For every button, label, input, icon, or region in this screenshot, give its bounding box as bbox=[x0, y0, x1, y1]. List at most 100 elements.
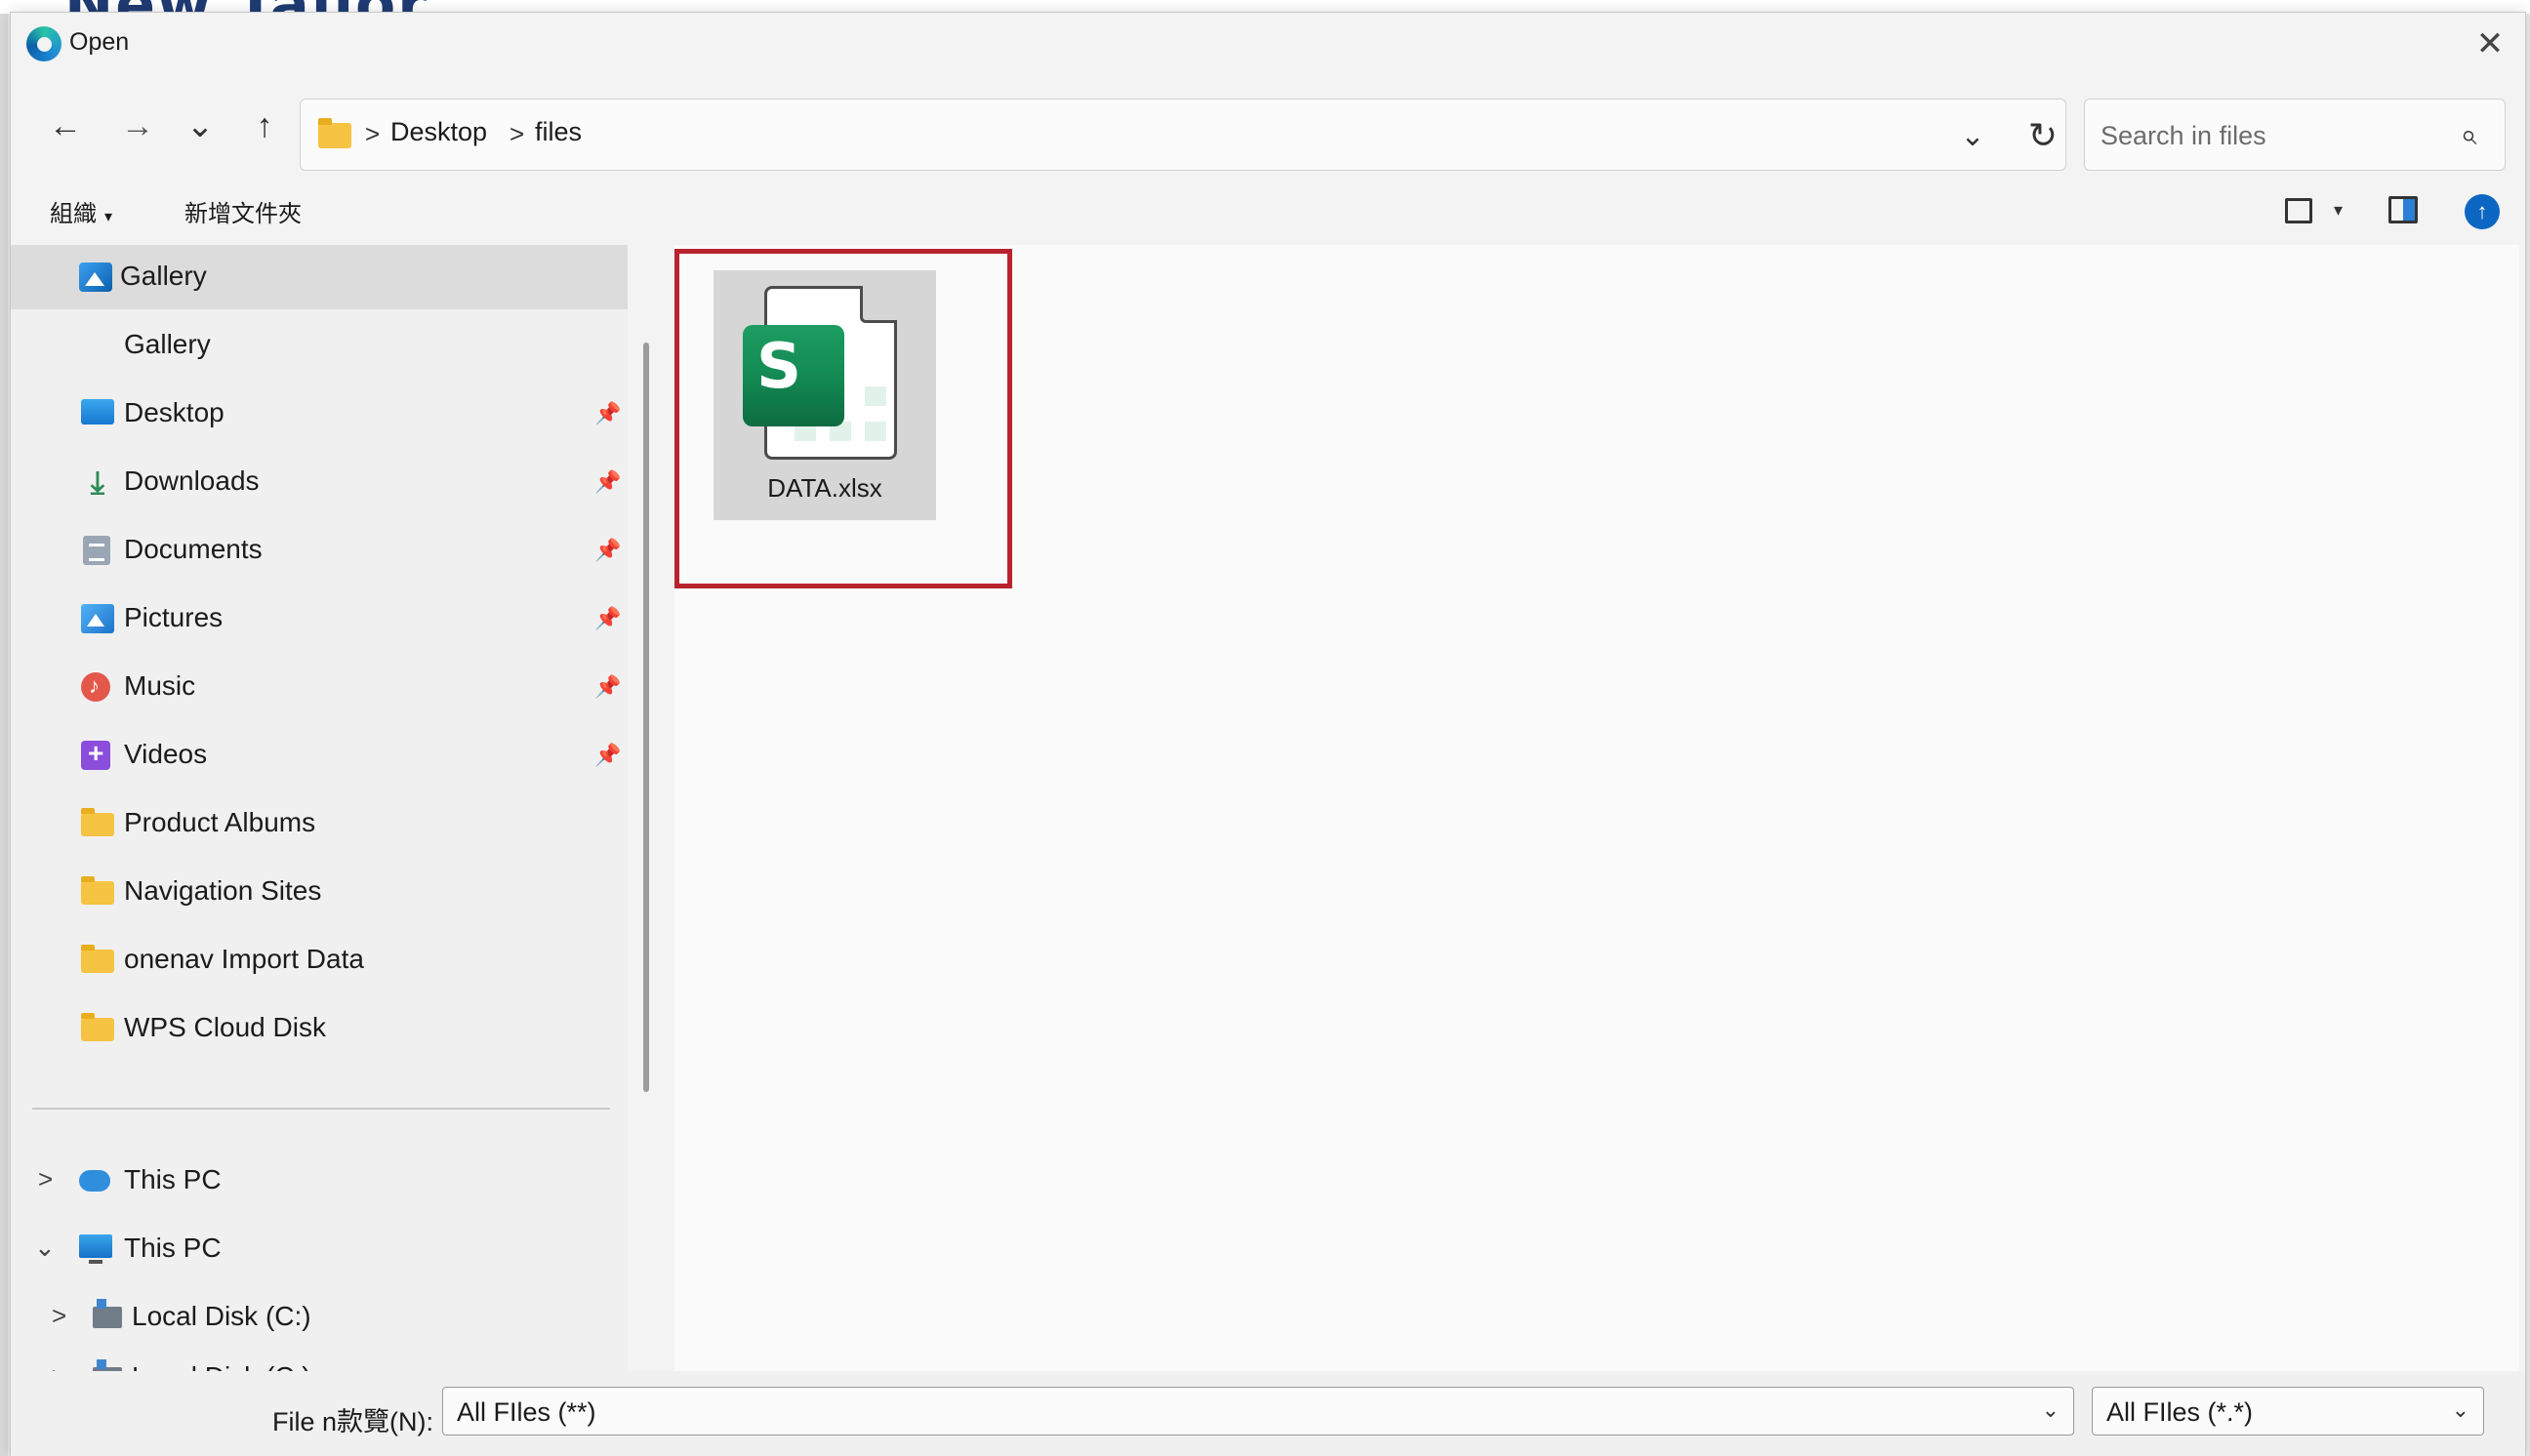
view-options-dropdown[interactable]: ▾ bbox=[2334, 200, 2343, 221]
chevron-right-icon[interactable]: > bbox=[38, 1164, 53, 1194]
tree-item-local-disk-c[interactable]: > Local Disk (C:) bbox=[11, 1285, 628, 1350]
file-type-value: All FIles (*.*) bbox=[2106, 1397, 2254, 1427]
tree-item-label: Local Disk (C:) bbox=[132, 1361, 311, 1371]
back-button[interactable]: ← bbox=[40, 101, 91, 151]
file-item-data-xlsx[interactable]: S DATA.xlsx bbox=[714, 270, 936, 520]
tree-item-label: This PC bbox=[124, 1164, 222, 1194]
sidebar-scrollbar[interactable] bbox=[643, 343, 649, 1092]
close-button[interactable]: ✕ bbox=[2463, 20, 2517, 67]
breadcrumb-desktop[interactable]: Desktop bbox=[390, 117, 487, 147]
sheet-cell bbox=[865, 386, 886, 406]
sidebar-item-product-albums[interactable]: Product Albums bbox=[11, 791, 628, 856]
sidebar-item-desktop[interactable]: Desktop 📌 bbox=[11, 382, 628, 446]
sidebar-item-label: Pictures bbox=[124, 602, 224, 632]
filename-label: File n款覽(N): bbox=[272, 1407, 434, 1436]
folder-icon bbox=[81, 876, 114, 905]
command-bar: 組織 ▾ 新增文件夾 ▾ ↑ bbox=[11, 182, 2525, 245]
cloud-icon bbox=[79, 1170, 110, 1192]
sidebar-item-pictures[interactable]: Pictures 📌 bbox=[11, 586, 628, 651]
chevron-right-icon[interactable]: > bbox=[52, 1361, 66, 1371]
badge-letter: S bbox=[756, 331, 802, 403]
sheet-cell bbox=[865, 422, 886, 441]
tree-item-local-disk-c-2[interactable]: > Local Disk (C:) bbox=[11, 1346, 628, 1371]
tree-item-this-pc[interactable]: ⌄ This PC bbox=[11, 1217, 628, 1281]
sidebar-item-onenav-import-data[interactable]: onenav Import Data bbox=[11, 928, 628, 992]
sidebar-item-label: WPS Cloud Disk bbox=[124, 1012, 326, 1042]
folder-icon bbox=[81, 945, 114, 973]
sidebar-item-label: Navigation Sites bbox=[124, 875, 322, 906]
up-button[interactable]: ↑ bbox=[239, 101, 290, 151]
sidebar-item-label: Videos bbox=[124, 739, 208, 769]
breadcrumb-files[interactable]: files bbox=[535, 117, 582, 147]
sidebar-divider bbox=[32, 1108, 610, 1110]
computer-icon bbox=[79, 1234, 112, 1264]
chevron-down-icon[interactable]: ⌄ bbox=[2452, 1397, 2469, 1423]
sidebar-item-music[interactable]: Music 📌 bbox=[11, 655, 628, 719]
breadcrumb-separator: > bbox=[365, 119, 381, 148]
sidebar-item-gallery-root[interactable]: Gallery bbox=[11, 245, 628, 309]
tree-item-this-pc-cloud[interactable]: > This PC bbox=[11, 1149, 628, 1213]
pin-icon[interactable]: 📌 bbox=[594, 743, 621, 768]
pictures-icon bbox=[81, 604, 114, 633]
background-app-edge bbox=[0, 14, 8, 1456]
sidebar-item-label: Gallery bbox=[120, 261, 207, 291]
dialog-titlebar: Open ✕ bbox=[11, 13, 2525, 75]
chevron-down-icon[interactable]: ⌄ bbox=[34, 1233, 56, 1263]
desktop-icon bbox=[81, 399, 114, 425]
disk-icon bbox=[93, 1299, 122, 1328]
file-list-area: S DATA.xlsx bbox=[674, 245, 2519, 1371]
videos-icon bbox=[81, 738, 110, 770]
tree-item-label: Local Disk (C:) bbox=[132, 1301, 311, 1331]
sidebar-item-downloads[interactable]: ⤓ Downloads 📌 bbox=[11, 450, 628, 514]
open-file-dialog: Open ✕ ← → ⌄ ↑ > Desktop > files ⌄ ↻ ⌕ 組… bbox=[10, 12, 2526, 1456]
music-icon bbox=[81, 672, 110, 702]
chevron-down-icon[interactable]: ⌄ bbox=[2042, 1397, 2060, 1423]
dialog-title: Open bbox=[69, 28, 130, 56]
sidebar-item-label: Product Albums bbox=[124, 807, 316, 837]
gallery-icon bbox=[79, 263, 112, 292]
organize-button[interactable]: 組織 ▾ bbox=[50, 194, 112, 228]
preview-pane-icon[interactable] bbox=[2388, 196, 2418, 223]
view-mode-icon[interactable] bbox=[2285, 198, 2312, 223]
sidebar-item-videos[interactable]: Videos 📌 bbox=[11, 723, 628, 788]
refresh-button[interactable]: ↻ bbox=[2019, 111, 2067, 160]
sidebar-item-label: Music bbox=[124, 670, 196, 701]
search-box[interactable]: ⌕ bbox=[2084, 99, 2506, 171]
sidebar-item-navigation-sites[interactable]: Navigation Sites bbox=[11, 860, 628, 924]
pin-icon[interactable]: 📌 bbox=[594, 401, 621, 426]
sidebar-item-label: Gallery bbox=[124, 329, 211, 359]
pin-icon[interactable]: 📌 bbox=[594, 538, 621, 563]
folder-icon bbox=[81, 808, 114, 836]
folder-icon bbox=[81, 1013, 114, 1041]
document-icon bbox=[83, 536, 110, 565]
pin-icon[interactable]: 📌 bbox=[594, 606, 621, 631]
sidebar-item-label: Downloads bbox=[124, 465, 260, 496]
spreadsheet-badge: S bbox=[743, 325, 844, 426]
address-history-dropdown[interactable]: ⌄ bbox=[1948, 111, 1997, 160]
sidebar-item-label: onenav Import Data bbox=[124, 944, 364, 974]
folder-icon bbox=[318, 118, 351, 148]
sidebar-item-gallery[interactable]: Gallery bbox=[11, 313, 628, 378]
filename-field[interactable]: All FIles (**) ⌄ bbox=[442, 1387, 2074, 1436]
chevron-right-icon[interactable]: > bbox=[52, 1301, 66, 1331]
chevron-down-icon: ▾ bbox=[104, 209, 113, 225]
file-type-select[interactable]: All FIles (*.*) ⌄ bbox=[2092, 1387, 2484, 1436]
address-bar[interactable]: > Desktop > files ⌄ ↻ bbox=[300, 99, 2066, 171]
sidebar-item-documents[interactable]: Documents 📌 bbox=[11, 518, 628, 583]
forward-button[interactable]: → bbox=[112, 101, 163, 151]
new-folder-button[interactable]: 新增文件夾 bbox=[184, 194, 302, 228]
navigation-bar: ← → ⌄ ↑ > Desktop > files ⌄ ↻ ⌕ bbox=[11, 89, 2525, 171]
pin-icon[interactable]: 📌 bbox=[594, 469, 621, 495]
pin-icon[interactable]: 📌 bbox=[594, 674, 621, 700]
sidebar-item-label: Desktop bbox=[124, 397, 224, 427]
navigation-pane: Gallery Gallery Desktop 📌 ⤓ Downloads 📌 … bbox=[11, 245, 628, 1371]
page-fold bbox=[860, 286, 897, 323]
sidebar-item-wps-cloud-disk[interactable]: WPS Cloud Disk bbox=[11, 996, 628, 1061]
recent-locations-button[interactable]: ⌄ bbox=[175, 101, 225, 151]
filename-value: All FIles (**) bbox=[457, 1397, 596, 1427]
search-input[interactable] bbox=[2101, 113, 2432, 158]
file-name: DATA.xlsx bbox=[767, 473, 882, 503]
sidebar-item-label: Documents bbox=[124, 534, 263, 564]
search-icon[interactable]: ⌕ bbox=[2452, 119, 2485, 152]
help-icon[interactable]: ↑ bbox=[2465, 194, 2500, 229]
